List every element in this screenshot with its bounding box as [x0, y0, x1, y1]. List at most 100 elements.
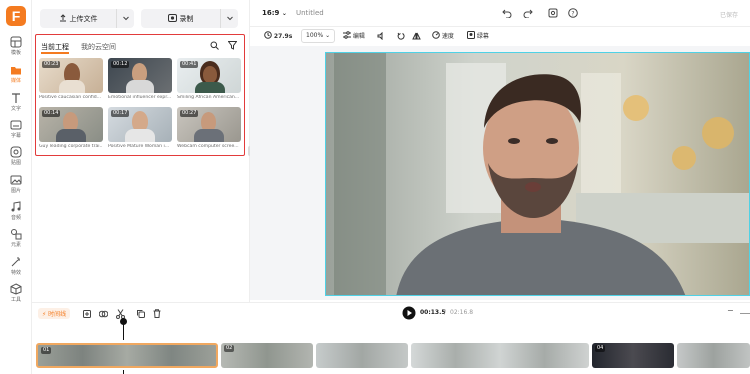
clip-badge: 02	[224, 345, 235, 352]
play-button[interactable]	[402, 306, 416, 320]
thumb-duration: 00:27	[180, 110, 199, 117]
timeline-clip[interactable]	[316, 343, 408, 368]
rail-label-template: 模板	[10, 50, 21, 56]
left-rail: F 模板 媒体 文字 字幕 贴图 图片 音频 元素 特效 工具	[0, 0, 32, 374]
chevron-down-icon: ⌄	[325, 32, 331, 39]
duplicate-icon[interactable]	[137, 310, 145, 318]
thumb-caption: Webcam computer scree...	[177, 144, 239, 149]
chroma-key-icon	[467, 31, 475, 39]
filter-icon[interactable]	[228, 41, 237, 50]
upload-button[interactable]: 上传文件	[40, 9, 134, 28]
zoom-out-icon[interactable]: −	[727, 306, 734, 315]
clip-badge: 01	[41, 347, 52, 354]
timeline-tag-label: 时间线	[48, 311, 67, 318]
video-preview[interactable]	[325, 52, 750, 296]
project-title[interactable]: Untitled	[296, 9, 324, 17]
effects-icon	[11, 257, 20, 267]
upload-icon	[59, 14, 66, 22]
rail-item-tools[interactable]: 工具	[0, 283, 32, 311]
rail-item-text[interactable]: 文字	[0, 92, 32, 120]
rail-item-audio[interactable]: 音频	[0, 201, 32, 229]
flip-icon[interactable]	[412, 32, 421, 40]
thumb-body	[126, 80, 154, 93]
rail-item-elements[interactable]: 元素	[0, 228, 32, 256]
rail-item-subtitle[interactable]: 字幕	[0, 119, 32, 147]
media-thumb[interactable]: 00:41	[177, 58, 241, 93]
split-icon[interactable]	[99, 310, 108, 318]
rail-item-effects[interactable]: 特效	[0, 256, 32, 284]
rail-item-media[interactable]: 媒体	[0, 64, 32, 92]
duration-display[interactable]: 27.9s	[264, 31, 292, 42]
sticker-icon	[10, 146, 22, 158]
app-logo[interactable]: F	[6, 6, 26, 26]
timeline-tag[interactable]: ⚡ 时间线	[38, 308, 71, 319]
record-label-wrap: 录制	[141, 14, 220, 24]
help-icon[interactable]: ?	[568, 8, 578, 18]
text-icon	[12, 93, 20, 103]
rail-label-text: 文字	[10, 106, 21, 112]
media-thumb[interactable]: 00:12	[108, 58, 172, 93]
screenshot-icon[interactable]	[548, 8, 558, 18]
volume-icon[interactable]	[377, 32, 385, 40]
rail-item-image[interactable]: 图片	[0, 174, 32, 202]
subtitle-icon	[10, 120, 22, 130]
aspect-ratio-selector[interactable]: 16:9 ⌄	[262, 9, 287, 17]
record-dropdown[interactable]	[220, 9, 238, 28]
rail-item-sticker[interactable]: 贴图	[0, 146, 32, 174]
upload-label: 上传文件	[69, 15, 98, 23]
total-time: 02:16.8	[450, 309, 474, 316]
chevron-down-icon	[123, 16, 129, 21]
record-button[interactable]: 录制	[141, 9, 238, 28]
media-thumb[interactable]: 00:27	[177, 107, 241, 142]
media-thumb[interactable]: 00:23	[39, 58, 103, 93]
image-icon	[10, 175, 22, 185]
clip-badge: 04	[595, 345, 606, 352]
thumb-caption: Positive Mature Woman i...	[108, 144, 170, 149]
chroma-key-label: 绿幕	[476, 33, 489, 40]
rotate-icon[interactable]	[397, 32, 405, 40]
thumb-duration: 00:17	[111, 110, 130, 117]
undo-icon[interactable]	[502, 8, 512, 18]
edit-button[interactable]: 编辑	[343, 31, 365, 42]
rail-item-template[interactable]: 模板	[0, 36, 32, 64]
thumb-face	[203, 66, 217, 83]
timeline-clip[interactable]	[677, 343, 750, 368]
media-thumb[interactable]: 00:17	[108, 107, 172, 142]
rail-label-effects: 特效	[10, 270, 21, 276]
delete-icon[interactable]	[153, 309, 161, 318]
speed-button[interactable]: 速度	[432, 31, 454, 42]
edit-label: 编辑	[352, 33, 365, 40]
upload-dropdown[interactable]	[116, 9, 134, 28]
shapes-icon	[11, 229, 22, 240]
chroma-key-button[interactable]: 绿幕	[467, 31, 489, 42]
timeline-clip[interactable]	[411, 343, 589, 368]
timeline-clip[interactable]: 04	[592, 343, 674, 368]
playhead-handle[interactable]	[120, 318, 127, 325]
video-track: 01 02 04	[32, 340, 750, 370]
thumb-caption: Emotional influencer expr...	[108, 95, 172, 100]
redo-icon[interactable]	[523, 8, 533, 18]
upload-label-wrap: 上传文件	[40, 14, 116, 24]
timeline-clip[interactable]: 01	[36, 343, 218, 368]
chevron-down-icon: ⌄	[281, 10, 287, 17]
media-panel: 上传文件 录制 当前工程 我的云空间 00:23 Positive caucas…	[32, 0, 253, 302]
tab-cloud-space[interactable]: 我的云空间	[81, 42, 116, 52]
timeline-clip[interactable]: 02	[221, 343, 313, 368]
rail-label-audio: 音频	[10, 215, 21, 221]
media-thumb[interactable]: 00:14	[39, 107, 103, 142]
zoom-select[interactable]: 100% ⌄	[301, 29, 336, 43]
save-status: 已保存	[720, 12, 739, 19]
tab-current-project[interactable]: 当前工程	[41, 42, 69, 52]
svg-text:?: ?	[571, 11, 574, 18]
active-tab-indicator	[41, 52, 69, 54]
search-icon[interactable]	[210, 41, 219, 50]
timeline-zoom-slider[interactable]	[740, 313, 750, 314]
record-label: 录制	[179, 15, 194, 23]
thumb-caption: Guy leading corporate trai...	[39, 144, 103, 149]
thumb-caption: Positive caucasian confid...	[39, 95, 102, 100]
add-track-icon[interactable]	[83, 310, 91, 318]
rail-label-tools: 工具	[10, 297, 21, 303]
media-library: 当前工程 我的云空间 00:23 Positive caucasian conf…	[35, 34, 245, 156]
thumb-duration: 00:23	[42, 61, 61, 68]
adjust-icon	[343, 31, 351, 39]
